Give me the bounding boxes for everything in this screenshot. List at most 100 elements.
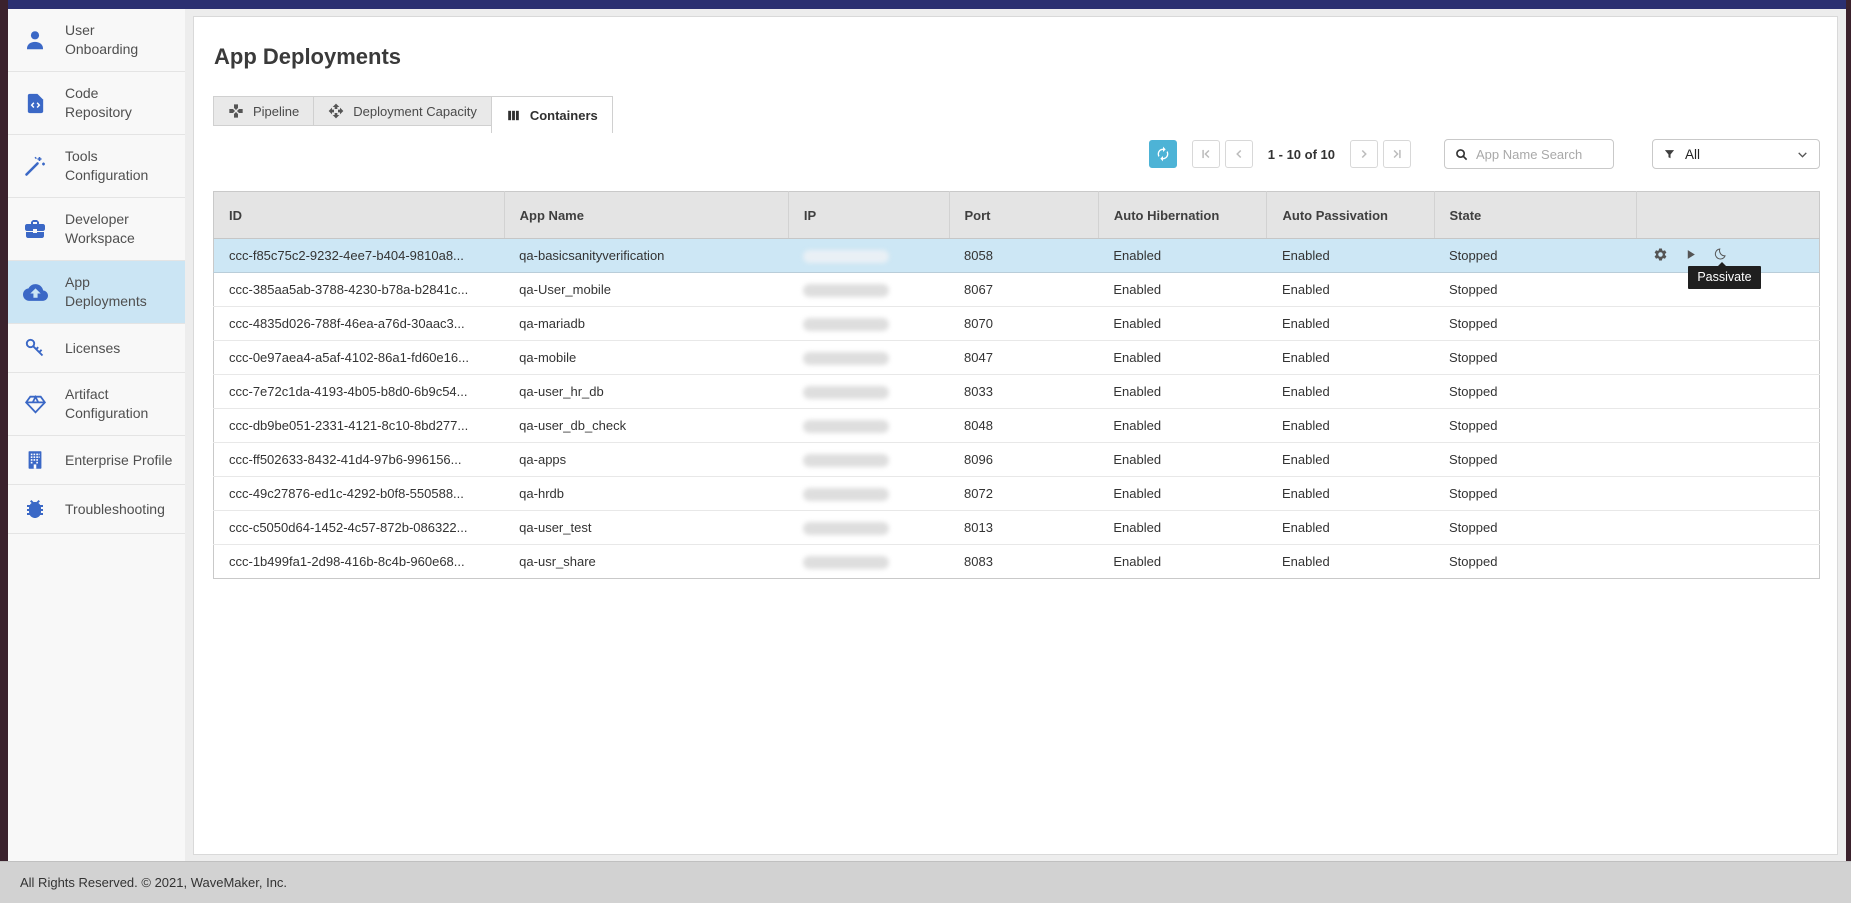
cell-port: 8083 (949, 545, 1098, 579)
cell-auto-passivation: Enabled (1267, 477, 1434, 511)
search-input[interactable] (1476, 147, 1596, 162)
cell-id: ccc-7e72c1da-4193-4b05-b8d0-6b9c54... (214, 375, 505, 409)
briefcase-icon (22, 217, 48, 241)
table-row[interactable]: ccc-385aa5ab-3788-4230-b78a-b2841c...qa-… (214, 273, 1820, 307)
cell-app-name: qa-mariadb (504, 307, 788, 341)
cell-port: 8033 (949, 375, 1098, 409)
sidebar-item-label: Tools Configuration (65, 147, 148, 185)
sidebar-item-user-onboarding[interactable]: User Onboarding (8, 9, 185, 72)
cell-port: 8067 (949, 273, 1098, 307)
cell-auto-hibernation: Enabled (1098, 477, 1267, 511)
cell-state: Stopped (1434, 341, 1636, 375)
table-header-row: IDApp NameIPPortAuto HibernationAuto Pas… (214, 192, 1820, 239)
row-actions-cell: Passivate (1636, 239, 1819, 273)
cell-app-name: qa-basicsanityverification (504, 239, 788, 273)
column-header-state: State (1434, 192, 1636, 239)
first-page-button[interactable] (1192, 140, 1220, 168)
chevron-down-icon (1796, 148, 1809, 161)
copyright-text: All Rights Reserved. © 2021, WaveMaker, … (20, 875, 287, 890)
tab-containers[interactable]: Containers (491, 96, 613, 133)
cell-id: ccc-ff502633-8432-41d4-97b6-996156... (214, 443, 505, 477)
cell-auto-passivation: Enabled (1267, 307, 1434, 341)
cell-ip-redacted (788, 375, 949, 409)
tab-pipeline[interactable]: Pipeline (213, 96, 314, 126)
cell-id: ccc-1b499fa1-2d98-416b-8c4b-960e68... (214, 545, 505, 579)
sidebar-item-enterprise-profile[interactable]: Enterprise Profile (8, 436, 185, 485)
redacted-ip-value (803, 522, 889, 535)
table-row[interactable]: ccc-db9be051-2331-4121-8c10-8bd277...qa-… (214, 409, 1820, 443)
redacted-ip-value (803, 284, 889, 297)
cell-id: ccc-0e97aea4-a5af-4102-86a1-fd60e16... (214, 341, 505, 375)
containers-table: IDApp NameIPPortAuto HibernationAuto Pas… (213, 191, 1820, 579)
row-actions-cell (1636, 443, 1819, 477)
diamond-icon (22, 392, 48, 417)
cell-app-name: qa-user_test (504, 511, 788, 545)
table-row[interactable]: ccc-4835d026-788f-46ea-a76d-30aac3...qa-… (214, 307, 1820, 341)
cell-auto-hibernation: Enabled (1098, 307, 1267, 341)
search-box[interactable] (1444, 139, 1614, 169)
cell-auto-passivation: Enabled (1267, 341, 1434, 375)
table-row[interactable]: ccc-c5050d64-1452-4c57-872b-086322...qa-… (214, 511, 1820, 545)
cell-state: Stopped (1434, 409, 1636, 443)
cell-ip-redacted (788, 477, 949, 511)
sidebar-item-label: Artifact Configuration (65, 385, 148, 423)
row-actions-cell (1636, 409, 1819, 443)
table-row[interactable]: ccc-f85c75c2-9232-4ee7-b404-9810a8...qa-… (214, 239, 1820, 273)
sidebar-item-tools-configuration[interactable]: Tools Configuration (8, 135, 185, 198)
table-row[interactable]: ccc-0e97aea4-a5af-4102-86a1-fd60e16...qa… (214, 341, 1820, 375)
first-page-icon (1199, 147, 1213, 161)
bug-icon (22, 497, 48, 521)
column-header-ip: IP (788, 192, 949, 239)
sidebar-item-developer-workspace[interactable]: Developer Workspace (8, 198, 185, 261)
table-row[interactable]: ccc-7e72c1da-4193-4b05-b8d0-6b9c54...qa-… (214, 375, 1820, 409)
table-row[interactable]: ccc-49c27876-ed1c-4292-b0f8-550588...qa-… (214, 477, 1820, 511)
play-icon[interactable] (1684, 248, 1697, 261)
sidebar-item-licenses[interactable]: Licenses (8, 324, 185, 373)
table-row[interactable]: ccc-ff502633-8432-41d4-97b6-996156...qa-… (214, 443, 1820, 477)
cell-auto-passivation: Enabled (1267, 375, 1434, 409)
cell-app-name: qa-mobile (504, 341, 788, 375)
cell-ip-redacted (788, 409, 949, 443)
footer: All Rights Reserved. © 2021, WaveMaker, … (0, 861, 1851, 903)
sidebar-item-app-deployments[interactable]: App Deployments (8, 261, 185, 324)
move-arrows-icon (328, 103, 344, 119)
last-page-button[interactable] (1383, 140, 1411, 168)
cell-auto-passivation: Enabled (1267, 443, 1434, 477)
search-icon (1454, 147, 1469, 162)
cell-port: 8096 (949, 443, 1098, 477)
column-header-auto-hibernation: Auto Hibernation (1098, 192, 1267, 239)
cell-auto-hibernation: Enabled (1098, 239, 1267, 273)
cell-id: ccc-c5050d64-1452-4c57-872b-086322... (214, 511, 505, 545)
cell-id: ccc-4835d026-788f-46ea-a76d-30aac3... (214, 307, 505, 341)
redacted-ip-value (803, 488, 889, 501)
tab-deployment-capacity[interactable]: Deployment Capacity (313, 96, 492, 126)
cell-app-name: qa-apps (504, 443, 788, 477)
cell-app-name: qa-User_mobile (504, 273, 788, 307)
sidebar-item-artifact-configuration[interactable]: Artifact Configuration (8, 373, 185, 436)
gear-icon[interactable] (1653, 247, 1668, 262)
prev-page-button[interactable] (1225, 140, 1253, 168)
cell-auto-passivation: Enabled (1267, 239, 1434, 273)
row-actions-cell (1636, 375, 1819, 409)
cell-state: Stopped (1434, 545, 1636, 579)
sidebar-item-troubleshooting[interactable]: Troubleshooting (8, 485, 185, 534)
cell-ip-redacted (788, 545, 949, 579)
cell-state: Stopped (1434, 307, 1636, 341)
sidebar-item-code-repository[interactable]: Code Repository (8, 72, 185, 135)
cell-ip-redacted (788, 307, 949, 341)
next-page-button[interactable] (1350, 140, 1378, 168)
sidebar-item-label: User Onboarding (65, 21, 138, 59)
redacted-ip-value (803, 352, 889, 365)
redacted-ip-value (803, 420, 889, 433)
refresh-button[interactable] (1149, 140, 1177, 168)
filter-value: All (1685, 147, 1787, 162)
cell-auto-hibernation: Enabled (1098, 443, 1267, 477)
table-row[interactable]: ccc-1b499fa1-2d98-416b-8c4b-960e68...qa-… (214, 545, 1820, 579)
cell-state: Stopped (1434, 511, 1636, 545)
tab-label: Containers (530, 108, 598, 123)
user-icon (22, 28, 48, 52)
cell-ip-redacted (788, 511, 949, 545)
cell-app-name: qa-usr_share (504, 545, 788, 579)
filter-dropdown[interactable]: All (1652, 139, 1820, 169)
refresh-icon (1155, 146, 1171, 162)
